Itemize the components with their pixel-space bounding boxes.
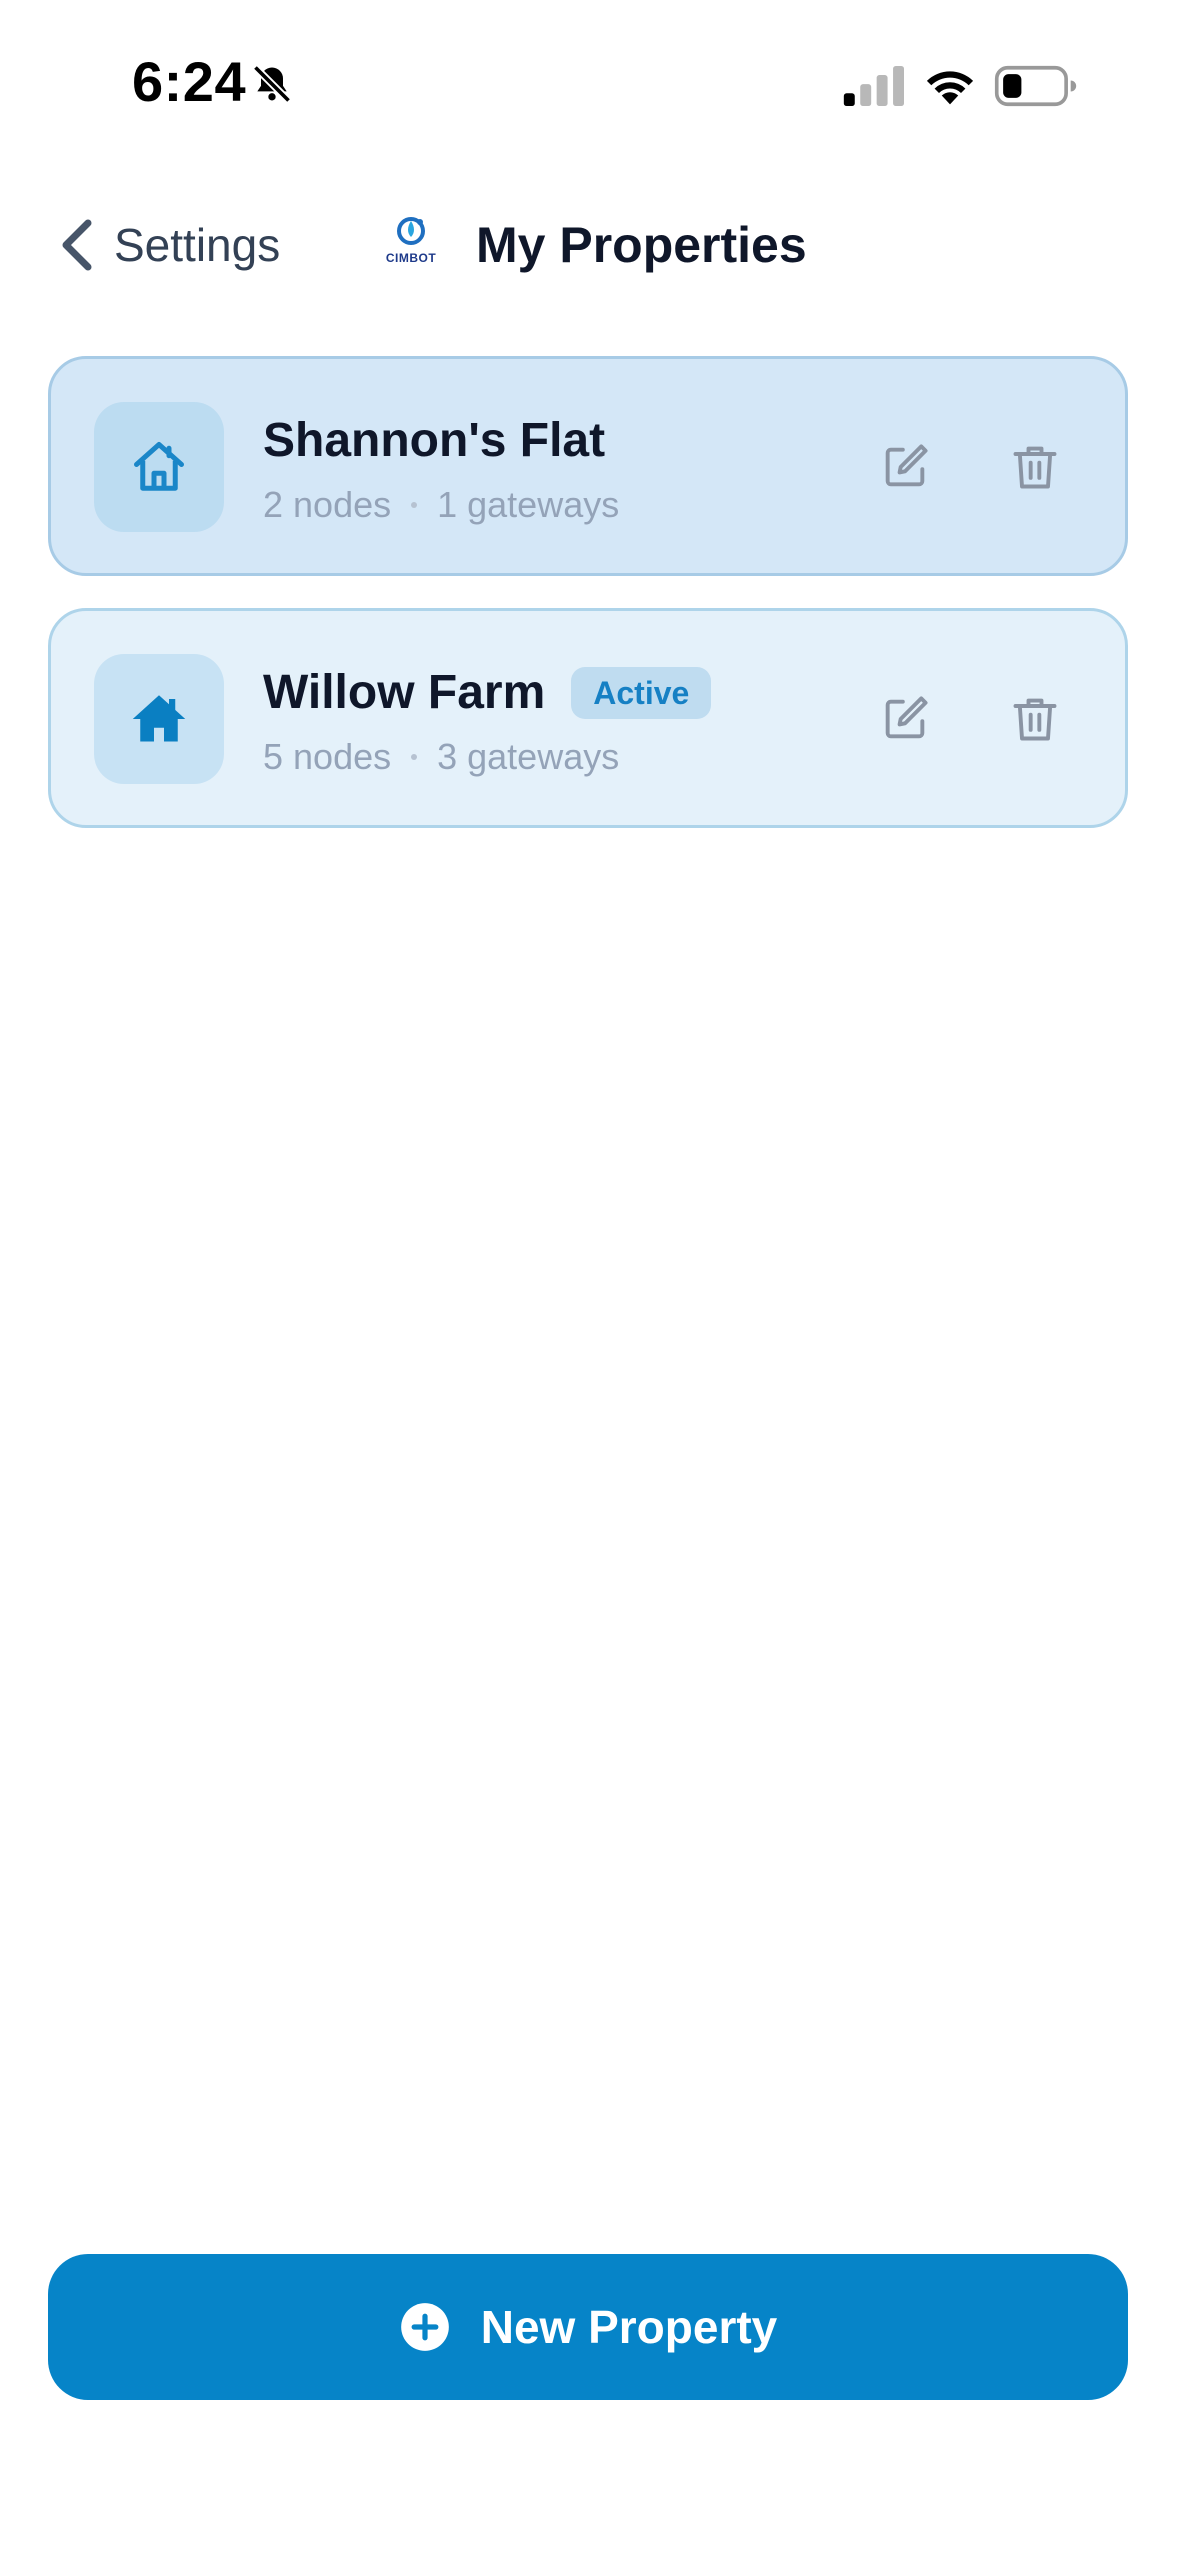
property-card-active[interactable]: Willow Farm Active 5 nodes 3 gateways — [48, 608, 1128, 828]
property-name: Shannon's Flat — [263, 414, 606, 467]
meta-separator — [411, 502, 418, 508]
property-icon-box — [94, 654, 224, 784]
delete-property-button[interactable] — [1003, 687, 1067, 751]
trash-icon — [1013, 698, 1057, 741]
bell-slash-icon — [252, 64, 292, 104]
property-gateways: 3 gateways — [437, 736, 620, 777]
property-nodes: 5 nodes — [263, 736, 392, 777]
property-name: Willow Farm — [263, 666, 546, 719]
house-outline-icon — [134, 442, 184, 491]
cellular-signal-icon — [843, 65, 904, 107]
new-property-button[interactable]: New Property — [48, 2254, 1128, 2400]
nav-header: Settings CIMBOT My Properties — [0, 195, 1179, 295]
property-list: Shannon's Flat 2 nodes 1 gateways Willow… — [48, 356, 1128, 860]
logo-text: CIMBOT — [385, 251, 437, 265]
property-icon-box — [94, 402, 224, 532]
property-meta: 5 nodes 3 gateways — [263, 739, 711, 775]
property-card[interactable]: Shannon's Flat 2 nodes 1 gateways — [48, 356, 1128, 576]
battery-icon — [994, 65, 1077, 107]
page-title: My Properties — [476, 217, 807, 273]
status-bar: 6:24 — [0, 0, 1179, 150]
edit-icon — [885, 696, 928, 739]
plus-circle-icon — [400, 2303, 449, 2351]
property-nodes: 2 nodes — [263, 484, 392, 525]
house-filled-icon — [132, 695, 186, 742]
property-name-row: Shannon's Flat — [263, 411, 619, 471]
property-gateways: 1 gateways — [437, 484, 620, 525]
chevron-left-icon — [62, 219, 92, 271]
edit-icon — [885, 444, 928, 487]
brand-logo: CIMBOT — [376, 213, 446, 277]
edit-property-button[interactable] — [873, 435, 937, 499]
property-name-row: Willow Farm Active — [263, 663, 712, 723]
delete-property-button[interactable] — [1003, 435, 1067, 499]
active-badge: Active — [571, 667, 712, 719]
property-meta: 2 nodes 1 gateways — [263, 487, 619, 523]
logo-mark-icon — [397, 217, 425, 245]
back-label: Settings — [114, 219, 281, 271]
property-text: Shannon's Flat 2 nodes 1 gateways — [263, 411, 619, 523]
edit-property-button[interactable] — [873, 687, 937, 751]
new-property-label: New Property — [480, 2301, 778, 2353]
status-time: 6:24 — [132, 50, 247, 113]
back-button[interactable]: Settings — [60, 213, 280, 277]
wifi-icon — [926, 71, 974, 105]
trash-icon — [1013, 446, 1057, 489]
meta-separator — [411, 754, 418, 760]
nav-title-group: CIMBOT My Properties — [376, 209, 807, 281]
property-text: Willow Farm Active 5 nodes 3 gateways — [263, 663, 712, 775]
